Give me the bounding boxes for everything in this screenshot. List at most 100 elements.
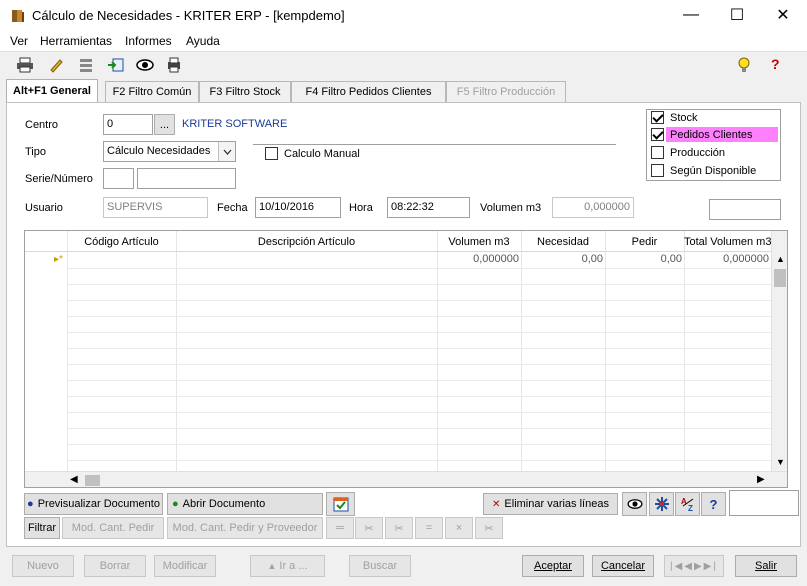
fecha-field[interactable]: 10/10/2016 (255, 197, 341, 218)
close-button[interactable]: ✕ (760, 0, 806, 30)
stock-label: Stock (670, 112, 698, 124)
cell-pedir[interactable]: 0,00 (605, 253, 682, 265)
col-volumen-m3[interactable]: Volumen m3 (437, 236, 521, 248)
segun-disponible-checkbox[interactable] (651, 164, 664, 177)
serie-input[interactable] (103, 168, 134, 189)
vertical-scrollbar[interactable]: ▲ ▼ (771, 231, 787, 471)
salir-button[interactable]: Salir (735, 555, 797, 577)
col-descripcion-articulo[interactable]: Descripción Artículo (176, 236, 437, 248)
sort-button[interactable]: AZ (675, 492, 700, 516)
stack-icon[interactable] (76, 55, 96, 75)
eye-icon[interactable] (135, 55, 155, 75)
pedidos-clientes-checkbox[interactable] (651, 128, 664, 141)
col-codigo-articulo[interactable]: Código Artículo (67, 236, 176, 248)
menu-herramientas[interactable]: Herramientas (40, 34, 112, 48)
grid-help-button[interactable]: ? (701, 492, 726, 516)
calculo-manual-groupline (253, 144, 616, 145)
grid-config-button[interactable] (649, 492, 674, 516)
hscroll-thumb[interactable] (85, 475, 100, 486)
tab-filtro-produccion: F5 Filtro Producción (446, 81, 566, 102)
buscar-button: Buscar (349, 555, 411, 577)
lightbulb-icon[interactable] (734, 55, 754, 75)
scroll-thumb[interactable] (774, 269, 786, 287)
question-icon: ? (709, 496, 718, 512)
cell-necesidad[interactable]: 0,00 (521, 253, 603, 265)
tipo-select[interactable]: Cálculo Necesidades (103, 141, 236, 162)
scroll-down-icon[interactable]: ▼ (776, 457, 785, 467)
pen-icon[interactable] (46, 55, 66, 75)
stock-checkbox[interactable] (651, 111, 664, 124)
produccion-checkbox[interactable] (651, 146, 664, 159)
centro-input[interactable]: 0 (103, 114, 153, 135)
abrir-label: Abrir Documento (182, 498, 266, 510)
up-arrow-icon: ▲ (267, 561, 277, 571)
calendar-check-icon (333, 497, 348, 512)
printer-icon[interactable] (15, 55, 35, 75)
status-field (729, 490, 799, 516)
export-icon[interactable] (106, 55, 126, 75)
trim-icon: ✂ (475, 517, 503, 539)
scroll-right-icon[interactable]: ▶ (757, 474, 765, 485)
centro-browse-button[interactable]: ... (154, 114, 175, 135)
eliminar-label: Eliminar varias líneas (504, 498, 609, 510)
menu-ayuda[interactable]: Ayuda (186, 34, 220, 48)
cell-volumen[interactable]: 0,000000 (437, 253, 519, 265)
view-button[interactable] (622, 492, 647, 516)
new-row-marker-icon: ▸* (54, 254, 63, 265)
eliminar-varias-lineas-button[interactable]: ✕ Eliminar varias líneas (483, 493, 618, 515)
cell-total-volumen[interactable]: 0,000000 (684, 253, 769, 265)
fecha-label: Fecha (217, 202, 248, 214)
tipo-select-value: Cálculo Necesidades (107, 145, 211, 157)
col-necesidad[interactable]: Necesidad (521, 236, 605, 248)
horizontal-scrollbar[interactable]: ◀ ▶ (25, 471, 787, 487)
previsualizar-documento-button[interactable]: ● Previsualizar Documento (24, 493, 163, 515)
lines-grid[interactable]: Código Artículo Descripción Artículo Vol… (24, 230, 788, 488)
scroll-up-icon[interactable]: ▲ (776, 254, 785, 264)
aceptar-button[interactable]: Aceptar (522, 555, 584, 577)
print-preview-icon[interactable] (164, 55, 184, 75)
window-title: Cálculo de Necesidades - KRITER ERP - [k… (32, 8, 345, 23)
menu-ver[interactable]: Ver (10, 34, 28, 48)
centro-name: KRITER SOFTWARE (182, 118, 288, 130)
centro-label: Centro (25, 119, 59, 131)
calculo-manual-checkbox[interactable] (265, 147, 278, 160)
scroll-left-icon[interactable]: ◀ (70, 474, 78, 485)
bullet-icon: ● (172, 498, 179, 510)
mod-cant-pedir-proveedor-button: Mod. Cant. Pedir y Proveedor (167, 517, 323, 539)
col-total-volumen-m3[interactable]: Total Volumen m3 (684, 236, 771, 248)
record-navigator: |◀◀▶▶| (664, 555, 724, 577)
col-pedir[interactable]: Pedir (605, 236, 684, 248)
calendar-check-button[interactable] (326, 492, 355, 516)
hora-field[interactable]: 08:22:32 (387, 197, 470, 218)
svg-text:?: ? (771, 56, 780, 72)
chevron-down-icon[interactable] (218, 142, 235, 161)
abrir-documento-button[interactable]: ● Abrir Documento (167, 493, 323, 515)
segun-disponible-label: Según Disponible (670, 165, 757, 177)
tab-general[interactable]: Alt+F1 General (6, 79, 98, 102)
numero-input[interactable] (137, 168, 236, 189)
ir-a-label: Ir a ... (279, 560, 308, 572)
extra-field[interactable] (709, 199, 781, 220)
produccion-label: Producción (670, 147, 726, 159)
maximize-button[interactable]: ☐ (714, 0, 760, 30)
borrar-button: Borrar (84, 555, 146, 577)
toolbar: ? (0, 52, 807, 76)
usuario-field: SUPERVIS (103, 197, 208, 218)
cut-icon: ✂ (355, 517, 383, 539)
serie-label: Serie/Número (25, 173, 93, 185)
ir-a-button: ▲ Ir a ... (250, 555, 325, 577)
help-icon[interactable]: ? (767, 55, 787, 75)
tab-filtro-stock[interactable]: F3 Filtro Stock (199, 81, 291, 102)
filtrar-button[interactable]: Filtrar (24, 517, 60, 539)
app-icon (12, 10, 24, 22)
cancelar-button[interactable]: Cancelar (592, 555, 654, 577)
sort-icon: AZ (681, 497, 693, 512)
minimize-button[interactable]: — (668, 0, 714, 30)
tab-filtro-comun[interactable]: F2 Filtro Común (105, 81, 199, 102)
sparkle-icon (654, 497, 669, 511)
tab-filtro-pedidos-clientes[interactable]: F4 Filtro Pedidos Clientes (291, 81, 446, 102)
equals-icon: ═ (326, 517, 354, 539)
menu-informes[interactable]: Informes (125, 34, 172, 48)
mod-cant-pedir-button: Mod. Cant. Pedir (62, 517, 164, 539)
delete-icon: ✕ (492, 498, 501, 510)
